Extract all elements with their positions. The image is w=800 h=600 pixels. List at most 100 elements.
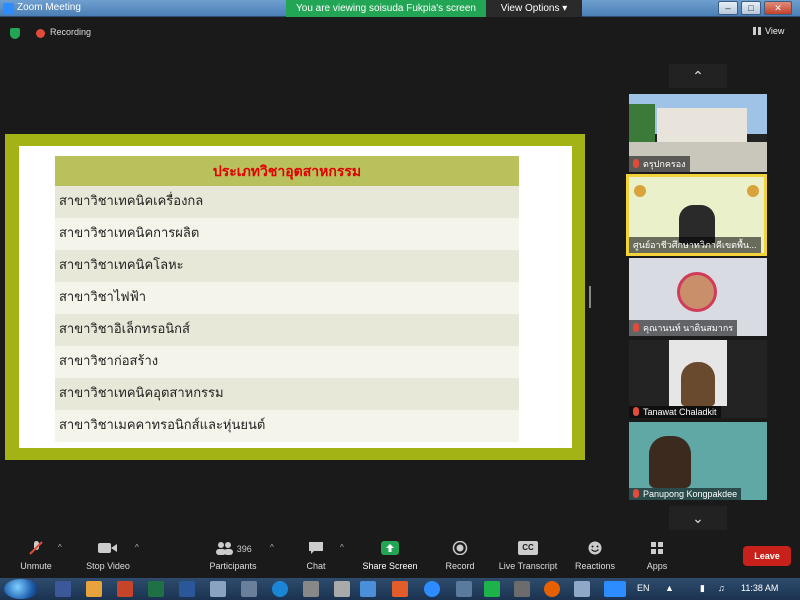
participant-count: 396: [236, 544, 252, 554]
participant-name: Tanawat Chaladkit: [629, 406, 721, 418]
network-icon[interactable]: ▮: [700, 583, 705, 594]
stop-video-label: Stop Video: [86, 561, 130, 571]
view-label: View: [765, 26, 785, 36]
tray-arrow-icon[interactable]: ▲: [665, 583, 674, 593]
live-transcript-label: Live Transcript: [498, 561, 558, 571]
start-button[interactable]: [4, 579, 38, 599]
excel-icon[interactable]: [148, 581, 164, 597]
table-row: สาขาวิชาอิเล็กทรอนิกส์: [55, 314, 519, 346]
slide-table: ประเภทวิชาอุตสาหกรรม สาขาวิชาเทคนิคเครื่…: [55, 156, 519, 442]
video-tile[interactable]: คุณานนท์ นาดินสมากร: [629, 258, 767, 336]
participants-options-caret[interactable]: ^: [270, 543, 274, 552]
record-button[interactable]: Record: [440, 541, 480, 571]
unmute-button[interactable]: Unmute: [15, 541, 57, 571]
video-tile[interactable]: Tanawat Chaladkit: [629, 340, 767, 418]
mic-muted-icon: [633, 159, 639, 168]
unmute-label: Unmute: [20, 561, 52, 571]
participant-name-text: ดรุปกครอง: [643, 159, 686, 169]
reactions-button[interactable]: Reactions: [573, 541, 617, 571]
table-row: สาขาวิชาเทคนิคอุตสาหกรรม: [55, 378, 519, 410]
view-button[interactable]: View: [753, 26, 784, 36]
app-icon[interactable]: [574, 581, 590, 597]
recording-label: Recording: [50, 27, 92, 37]
word-icon[interactable]: [179, 581, 195, 597]
chrome-icon[interactable]: [424, 581, 440, 597]
video-options-caret[interactable]: ^: [135, 543, 139, 552]
minimize-button[interactable]: –: [718, 1, 738, 15]
table-row: สาขาวิชาเทคนิคเครื่องกล: [55, 186, 519, 218]
participant-name-text: คุณานนท์ นาดินสมากร: [643, 323, 734, 333]
record-icon: [452, 541, 468, 555]
mic-muted-icon: [633, 407, 639, 416]
meeting-toolbar: Unmute ^ Stop Video ^ 396 Participants ^…: [0, 533, 800, 578]
share-screen-label: Share Screen: [362, 561, 418, 571]
clock[interactable]: 11:38 AM: [741, 583, 778, 593]
mic-muted-icon: [29, 541, 43, 555]
logo-icon: [634, 185, 646, 197]
mic-muted-icon: [633, 489, 639, 498]
leave-button[interactable]: Leave: [743, 546, 791, 566]
windows-taskbar: EN ▲ ▮ ♫ 11:38 AM: [0, 578, 800, 600]
app-icon[interactable]: [456, 581, 472, 597]
gallery-scroll-down-button[interactable]: ⌄: [669, 506, 727, 530]
table-row: สาขาวิชาไฟฟ้า: [55, 282, 519, 314]
app-icon[interactable]: [334, 581, 350, 597]
video-camera-icon: [98, 543, 117, 553]
chat-label: Chat: [306, 561, 326, 571]
video-tile-active-speaker[interactable]: ศูนย์อาชีวศึกษาทวิภาคีเขตพื้น...: [626, 174, 767, 256]
line-icon[interactable]: [484, 581, 500, 597]
participant-name: ดรุปกครอง: [629, 156, 690, 172]
powerpoint-icon[interactable]: [117, 581, 133, 597]
gallery-scroll-up-button[interactable]: ⌃: [669, 64, 727, 88]
firefox-icon[interactable]: [544, 581, 560, 597]
shield-icon[interactable]: [10, 28, 20, 39]
participants-button[interactable]: 396 Participants: [203, 541, 263, 571]
app-icon[interactable]: [360, 581, 376, 597]
share-screen-icon: [381, 541, 399, 555]
participant-name-text: Tanawat Chaladkit: [643, 407, 717, 417]
stop-video-button[interactable]: Stop Video: [82, 541, 134, 571]
live-transcript-button[interactable]: CC Live Transcript: [495, 541, 561, 571]
chevron-down-icon: ▾: [562, 3, 568, 14]
person-image: [677, 272, 717, 312]
table-row: สาขาวิชาเมคคาทรอนิกส์และหุ่นยนต์: [55, 410, 519, 442]
window-title: Zoom Meeting: [17, 2, 81, 13]
table-row: สาขาวิชาก่อสร้าง: [55, 346, 519, 378]
media-player-icon[interactable]: [86, 581, 102, 597]
table-row: สาขาวิชาเทคนิคการผลิต: [55, 218, 519, 250]
audio-options-caret[interactable]: ^: [58, 543, 62, 552]
smiley-icon: [588, 541, 602, 555]
video-tile[interactable]: Panupong Kongpakdee: [629, 422, 767, 500]
chat-options-caret[interactable]: ^: [340, 543, 344, 552]
resize-handle[interactable]: [589, 286, 591, 308]
video-tile[interactable]: ดรุปกครอง: [629, 94, 767, 172]
app-icon[interactable]: [241, 581, 257, 597]
title-bar: Zoom Meeting You are viewing soisuda Fuk…: [0, 0, 800, 17]
table-header: ประเภทวิชาอุตสาหกรรม: [55, 156, 519, 186]
record-label: Record: [445, 561, 475, 571]
apps-button[interactable]: Apps: [641, 541, 673, 571]
app-icon[interactable]: [303, 581, 319, 597]
zoom-taskbar-icon[interactable]: [604, 581, 626, 597]
participant-name-text: Panupong Kongpakdee: [643, 489, 738, 499]
apps-icon: [651, 542, 663, 554]
logo-icon: [747, 185, 759, 197]
view-options-label: View Options: [500, 3, 560, 14]
view-options-button[interactable]: View Options ▾: [486, 0, 582, 17]
internet-explorer-icon[interactable]: [272, 581, 288, 597]
restore-button[interactable]: □: [741, 1, 761, 15]
participants-icon-row: 396: [203, 541, 263, 555]
person-image: [649, 436, 691, 488]
cc-icon: CC: [518, 541, 538, 555]
app-icon[interactable]: [392, 581, 408, 597]
app-icon[interactable]: [514, 581, 530, 597]
close-button[interactable]: ✕: [764, 1, 792, 15]
window-icon[interactable]: [210, 581, 226, 597]
facebook-icon[interactable]: [55, 581, 71, 597]
volume-icon[interactable]: ♫: [718, 583, 725, 593]
slide: ประเภทวิชาอุตสาหกรรม สาขาวิชาเทคนิคเครื่…: [19, 146, 572, 448]
chat-button[interactable]: Chat: [300, 541, 332, 571]
language-indicator[interactable]: EN: [637, 583, 650, 593]
share-screen-button[interactable]: Share Screen: [360, 541, 420, 571]
participant-name: Panupong Kongpakdee: [629, 488, 742, 500]
